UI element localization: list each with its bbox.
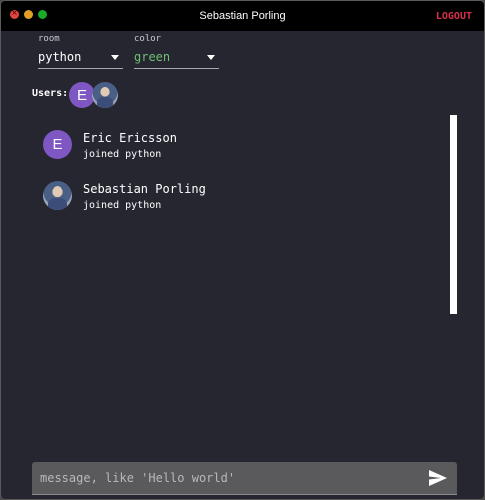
message-list: E Eric Ericsson joined python Sebastian … [1, 119, 451, 319]
color-underline [134, 68, 219, 69]
message-author: Eric Ericsson [83, 131, 177, 145]
avatar [43, 181, 72, 210]
color-label: color [134, 34, 162, 44]
room-label: room [38, 34, 60, 44]
title-bar: × Sebastian Porling LOGOUT [1, 1, 484, 31]
message-item: Sebastian Porling joined python [1, 170, 431, 214]
chat-window: × Sebastian Porling LOGOUT room python c… [0, 0, 485, 500]
room-select[interactable]: room python [38, 34, 123, 69]
room-underline [38, 68, 123, 69]
avatar: E [43, 130, 72, 159]
message-input[interactable] [40, 462, 410, 494]
chevron-down-icon [111, 55, 119, 60]
avatar-body [96, 97, 114, 108]
avatar-face [100, 86, 110, 96]
message-item: E Eric Ericsson joined python [1, 119, 431, 163]
logout-button[interactable]: LOGOUT [436, 1, 472, 33]
send-button[interactable] [429, 470, 447, 486]
room-value: python [38, 50, 82, 64]
message-text: joined python [83, 149, 162, 160]
avatar-body [48, 197, 67, 210]
users-label: Users: [32, 88, 69, 99]
message-author: Sebastian Porling [83, 182, 206, 196]
message-text: joined python [83, 200, 162, 211]
avatar-face [52, 186, 63, 197]
message-composer [32, 462, 457, 495]
color-select[interactable]: color green [134, 34, 219, 69]
send-icon [429, 470, 447, 486]
chevron-down-icon [207, 55, 215, 60]
window-title: Sebastian Porling [199, 10, 286, 22]
user-avatar-sebastian[interactable] [92, 82, 118, 108]
message-scrollbar[interactable] [450, 115, 457, 314]
color-value: green [134, 50, 171, 64]
